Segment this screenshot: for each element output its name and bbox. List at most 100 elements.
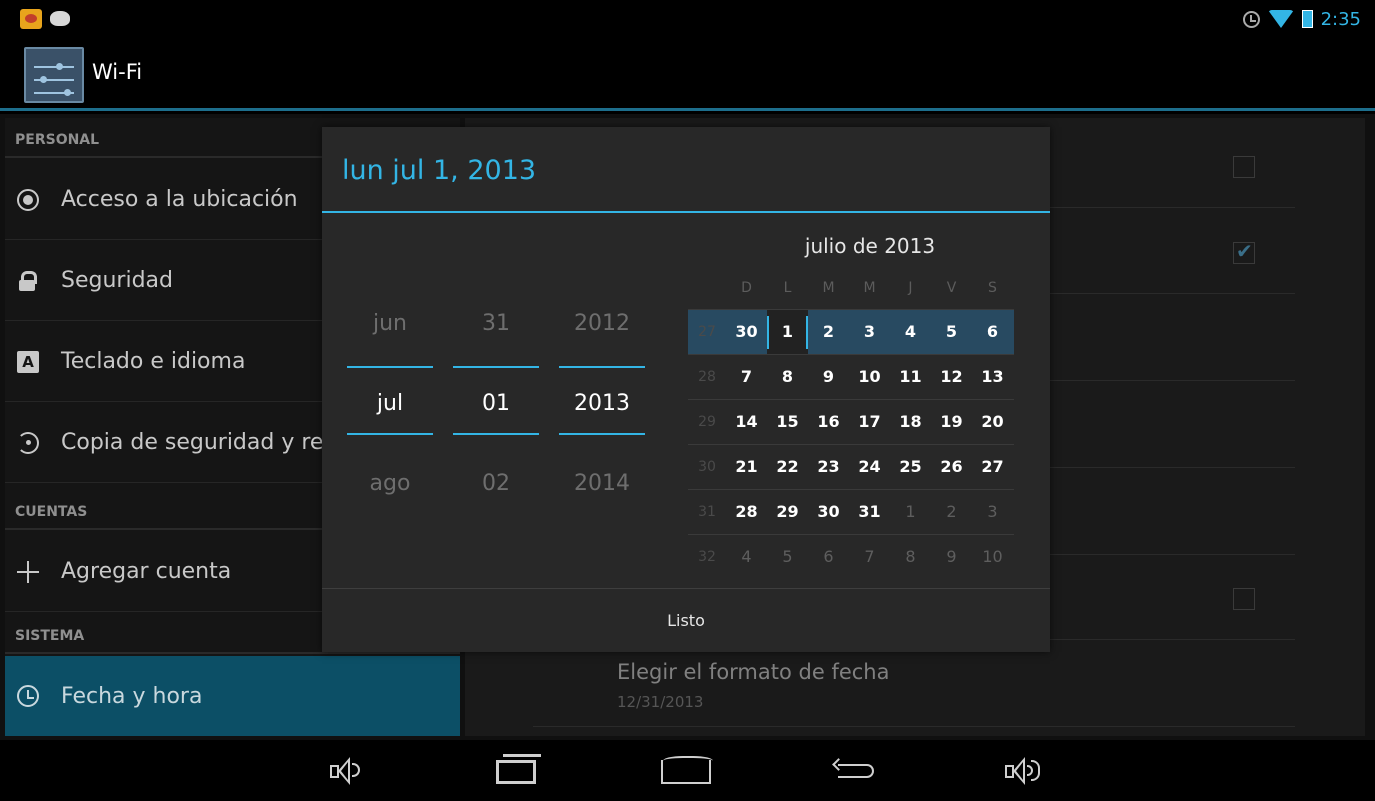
- calendar-day[interactable]: 2: [931, 490, 972, 534]
- week-number: 28: [698, 369, 716, 385]
- calendar-day[interactable]: 24: [849, 445, 890, 489]
- month-next[interactable]: ago: [347, 471, 433, 496]
- calendar-day[interactable]: 10: [849, 355, 890, 399]
- settings-app-icon[interactable]: [24, 47, 84, 103]
- weekday-label: V: [946, 280, 957, 296]
- month-spinner[interactable]: jun jul ago: [347, 227, 433, 577]
- calendar-day[interactable]: 25: [890, 445, 931, 489]
- year-current[interactable]: 2013: [559, 391, 645, 416]
- calendar-day[interactable]: 31: [849, 490, 890, 534]
- calendar-day[interactable]: 14: [726, 400, 767, 444]
- year-prev[interactable]: 2012: [559, 311, 645, 336]
- sidebar-item-date-time[interactable]: Fecha y hora: [5, 656, 460, 736]
- calendar-day[interactable]: 12: [931, 355, 972, 399]
- calendar-week-row: 27 30 1 2 3 4 5 6: [688, 309, 1014, 354]
- weekday-label: L: [783, 280, 792, 296]
- auto-date-checkbox[interactable]: [1233, 156, 1255, 178]
- done-button[interactable]: Listo: [322, 589, 1050, 652]
- calendar-day[interactable]: 4: [890, 310, 931, 354]
- recent-apps-button[interactable]: [492, 754, 552, 788]
- calendar-day[interactable]: 29: [767, 490, 808, 534]
- calendar-day[interactable]: 9: [931, 535, 972, 579]
- calendar-week-row: 32 4 5 6 7 8 9 10: [688, 534, 1014, 579]
- spinner-divider: [347, 433, 433, 435]
- calendar-day[interactable]: 1: [890, 490, 931, 534]
- week-number: 30: [698, 459, 716, 475]
- date-picker-dialog: lun jul 1, 2013 jun jul ago 31 01 02 201…: [322, 127, 1050, 652]
- calendar-day[interactable]: 7: [849, 535, 890, 579]
- calendar-day[interactable]: 15: [767, 400, 808, 444]
- calendar-day[interactable]: 11: [890, 355, 931, 399]
- spinner-divider: [453, 433, 539, 435]
- year-next[interactable]: 2014: [559, 471, 645, 496]
- date-format-title[interactable]: Elegir el formato de fecha: [617, 660, 889, 684]
- home-button[interactable]: [661, 754, 721, 788]
- week-number: 31: [698, 504, 716, 520]
- location-icon: [17, 188, 39, 211]
- calendar-day[interactable]: 27: [972, 445, 1013, 489]
- back-button[interactable]: [832, 754, 892, 788]
- volume-up-button[interactable]: [1005, 754, 1065, 788]
- calendar-day[interactable]: 30: [726, 310, 767, 354]
- dialog-title: lun jul 1, 2013: [342, 155, 537, 186]
- 24-hour-format-checkbox[interactable]: [1233, 588, 1255, 610]
- sidebar-item-label: Agregar cuenta: [61, 559, 232, 584]
- weekday-label: D: [741, 280, 752, 296]
- calendar-day[interactable]: 5: [931, 310, 972, 354]
- calendar-week-row: 28 7 8 9 10 11 12 13: [688, 354, 1014, 399]
- calendar-day[interactable]: 8: [890, 535, 931, 579]
- calendar-day[interactable]: 9: [808, 355, 849, 399]
- calendar-day[interactable]: 28: [726, 490, 767, 534]
- calendar-day[interactable]: 22: [767, 445, 808, 489]
- calendar-day[interactable]: 6: [972, 310, 1013, 354]
- month-current[interactable]: jul: [347, 391, 433, 416]
- home-icon: [661, 756, 713, 784]
- calendar-day[interactable]: 30: [808, 490, 849, 534]
- calendar-day-selected[interactable]: 1: [767, 310, 808, 354]
- action-bar: Wi-Fi: [0, 36, 1375, 111]
- calendar-day[interactable]: 3: [972, 490, 1013, 534]
- calendar-day[interactable]: 8: [767, 355, 808, 399]
- volume-down-button[interactable]: [330, 754, 390, 788]
- calendar-day[interactable]: 13: [972, 355, 1013, 399]
- clock-icon: [17, 685, 39, 707]
- calendar-day[interactable]: 16: [808, 400, 849, 444]
- calendar-day[interactable]: 18: [890, 400, 931, 444]
- date-format-summary: 12/31/2013: [617, 693, 704, 711]
- month-prev[interactable]: jun: [347, 311, 433, 336]
- day-next[interactable]: 02: [453, 471, 539, 496]
- notification-cat-icon: [50, 11, 70, 26]
- calendar-day[interactable]: 3: [849, 310, 890, 354]
- calendar-day[interactable]: 19: [931, 400, 972, 444]
- battery-icon: [1301, 10, 1313, 28]
- year-spinner[interactable]: 2012 2013 2014: [559, 227, 645, 577]
- calendar-day[interactable]: 7: [726, 355, 767, 399]
- calendar-month-label: julio de 2013: [804, 234, 936, 258]
- navigation-bar: [0, 740, 1375, 801]
- calendar-weekday-header: D L M M J V S: [688, 280, 1014, 306]
- back-icon: [838, 764, 874, 778]
- status-icons: 2:35: [1242, 9, 1361, 30]
- calendar-day[interactable]: 21: [726, 445, 767, 489]
- calendar-day[interactable]: 5: [767, 535, 808, 579]
- calendar-day[interactable]: 20: [972, 400, 1013, 444]
- day-spinner[interactable]: 31 01 02: [453, 227, 539, 577]
- restore-icon: [17, 431, 39, 454]
- day-prev[interactable]: 31: [453, 311, 539, 336]
- auto-timezone-checkbox[interactable]: [1233, 239, 1255, 264]
- keyboard-icon: A: [17, 350, 39, 373]
- calendar-day[interactable]: 4: [726, 535, 767, 579]
- calendar-day[interactable]: 10: [972, 535, 1013, 579]
- calendar-week-row: 30 21 22 23 24 25 26 27: [688, 444, 1014, 489]
- dialog-title-divider: [322, 211, 1050, 213]
- calendar-week-row: 31 28 29 30 31 1 2 3: [688, 489, 1014, 534]
- recent-apps-icon: [496, 754, 541, 784]
- calendar-day[interactable]: 2: [808, 310, 849, 354]
- week-number: 32: [698, 549, 716, 565]
- calendar-day[interactable]: 6: [808, 535, 849, 579]
- status-bar: 2:35: [0, 0, 1375, 36]
- calendar-day[interactable]: 17: [849, 400, 890, 444]
- calendar-day[interactable]: 23: [808, 445, 849, 489]
- day-current[interactable]: 01: [453, 391, 539, 416]
- calendar-day[interactable]: 26: [931, 445, 972, 489]
